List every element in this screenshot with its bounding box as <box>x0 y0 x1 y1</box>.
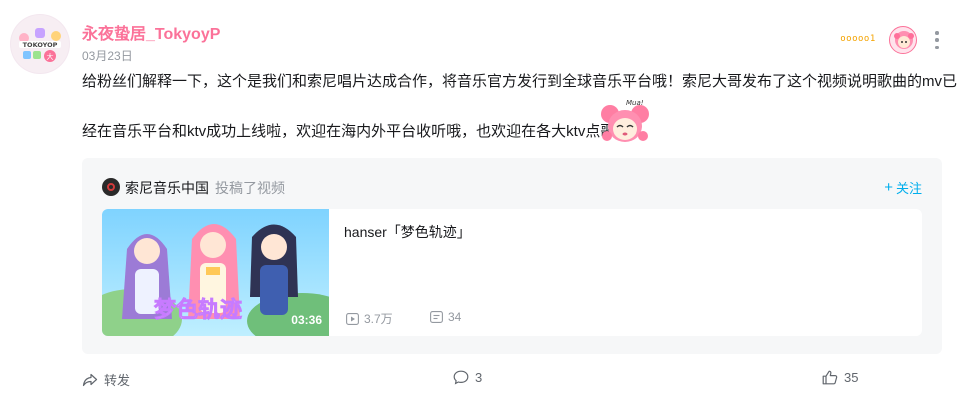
username[interactable]: 永夜蛰居_TokyoyP <box>82 20 220 44</box>
svg-text:梦色轨迹: 梦色轨迹 <box>154 297 242 323</box>
svg-text:Mua!: Mua! <box>626 99 644 107</box>
like-count: 35 <box>844 370 859 385</box>
plus-icon: + <box>884 179 893 196</box>
svg-text:大: 大 <box>47 52 54 61</box>
decoration-avatar[interactable] <box>889 26 917 54</box>
share-icon <box>82 373 98 386</box>
fan-badge: ooooo1 <box>836 33 880 45</box>
post-text-line-2: 经在音乐平台和ktv成功上线啦，欢迎在海内外平台收听哦，也欢迎在各大ktv点歌 <box>82 123 616 140</box>
comment-button[interactable]: 3 <box>453 370 482 385</box>
video-card[interactable]: 梦色轨迹 03:36 hanser「梦色轨迹」 <box>102 209 922 336</box>
fan-badge-text: ooooo1 <box>840 34 876 44</box>
decoration-avatar-image <box>894 31 914 49</box>
share-button[interactable]: 转发 <box>82 370 130 389</box>
thumbs-up-icon <box>822 370 838 385</box>
user-avatar[interactable]: TOKOYOP 大 <box>10 14 70 74</box>
play-count-stat: 3.7万 <box>346 310 393 327</box>
post-text-line-1: 给粉丝们解释一下，这个是我们和索尼唱片达成合作，将音乐官方发行到全球音乐平台哦！… <box>82 73 958 90</box>
uploader-name[interactable]: 索尼音乐中国 <box>125 178 209 198</box>
video-title[interactable]: hanser「梦色轨迹」 <box>344 222 471 242</box>
share-label: 转发 <box>104 373 131 388</box>
play-count: 3.7万 <box>364 312 393 326</box>
dynamic-post-card: TOKOYOP 大 永夜蛰居_TokyoyP 03月23日 ooooo1 给粉丝… <box>0 0 960 407</box>
like-button[interactable]: 35 <box>822 370 858 385</box>
danmaku-icon <box>430 311 443 323</box>
avatar-logo-image: TOKOYOP 大 <box>11 15 69 73</box>
uploader-action-text: 投稿了视频 <box>215 180 285 196</box>
danmaku-count-stat: 34 <box>430 310 461 324</box>
post-date[interactable]: 03月23日 <box>82 47 133 64</box>
follow-button[interactable]: + 关注 <box>884 178 922 197</box>
emoji-sticker: Mua! <box>600 96 650 146</box>
danmaku-count: 34 <box>448 310 462 324</box>
follow-label: 关注 <box>895 181 922 196</box>
uploader-avatar[interactable] <box>102 178 120 196</box>
play-icon <box>346 312 359 325</box>
comment-icon <box>453 370 469 385</box>
video-cover[interactable]: 梦色轨迹 03:36 <box>102 209 329 336</box>
more-options-icon[interactable] <box>930 28 944 52</box>
reposted-video-box[interactable]: 索尼音乐中国 投稿了视频 + 关注 梦色轨迹 03:36 hanser「梦色轨迹… <box>82 158 942 354</box>
svg-text:TOKOYOP: TOKOYOP <box>23 41 58 49</box>
comment-count: 3 <box>475 370 483 385</box>
video-duration: 03:36 <box>291 313 322 327</box>
